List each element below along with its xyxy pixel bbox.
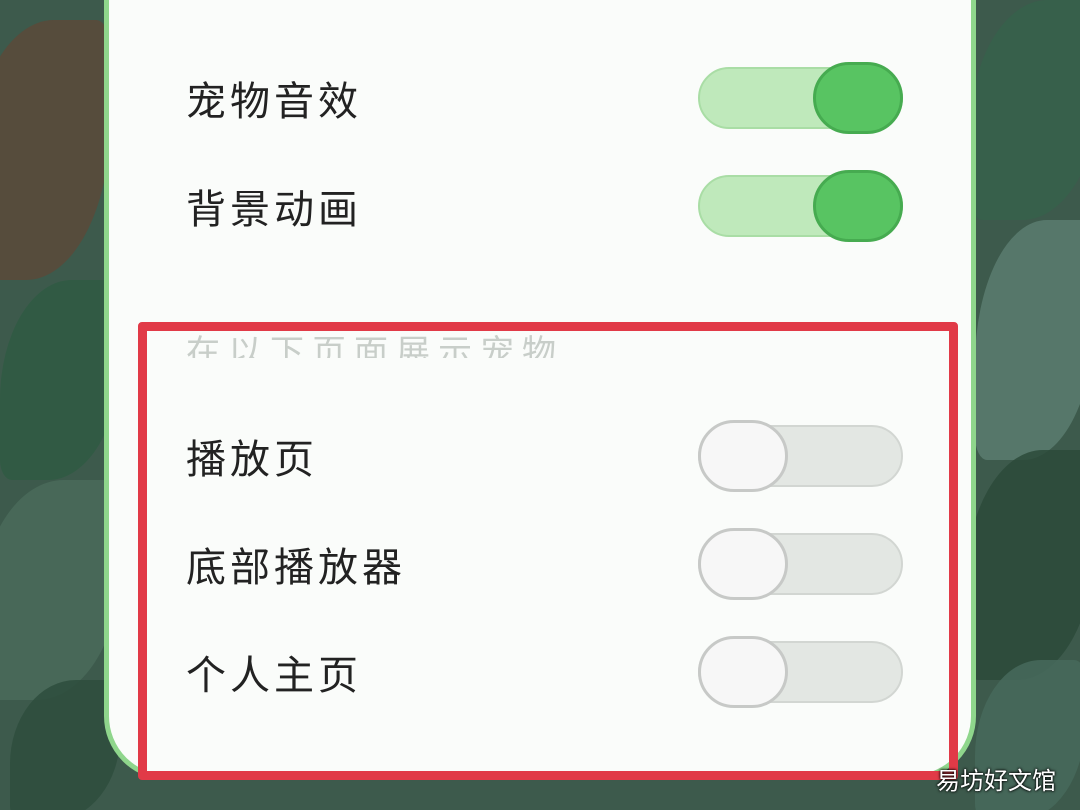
watermark: 易坊好文馆 bbox=[936, 767, 1056, 795]
highlight-box bbox=[138, 322, 958, 780]
setting-row-background-animation: 背景动画 bbox=[186, 166, 906, 246]
background-animation-label: 背景动画 bbox=[186, 187, 362, 233]
pet-sound-label: 宠物音效 bbox=[186, 79, 362, 125]
toggle-knob bbox=[813, 62, 903, 134]
setting-row-pet-sound: 宠物音效 bbox=[186, 58, 906, 138]
background-animation-toggle[interactable] bbox=[698, 170, 906, 242]
pet-sound-toggle[interactable] bbox=[698, 62, 906, 134]
toggle-knob bbox=[813, 170, 903, 242]
